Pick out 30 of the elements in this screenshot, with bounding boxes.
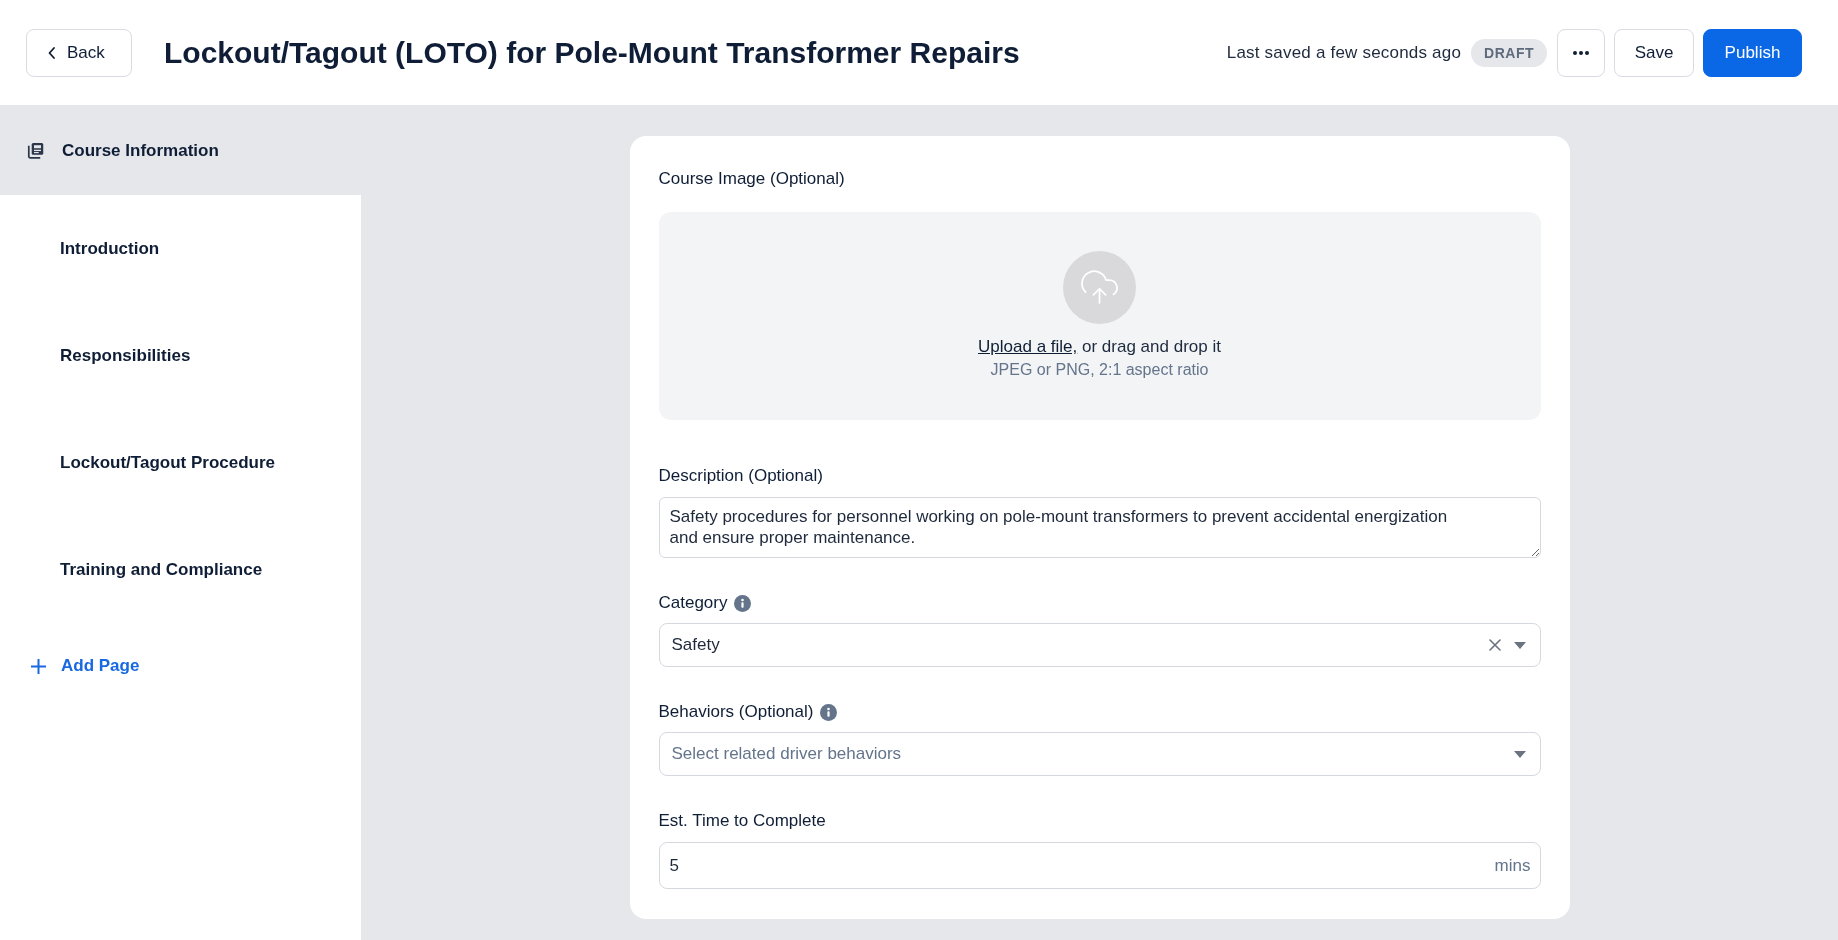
caret-icon[interactable] — [1513, 641, 1526, 649]
document-stack-icon — [27, 142, 44, 159]
info-icon[interactable] — [734, 594, 752, 612]
field-label: Course Image (Optional) — [658, 169, 845, 189]
select-field[interactable]: Safety — [658, 623, 1541, 667]
select-field[interactable]: Select related driver behaviors — [658, 732, 1541, 776]
field-label: Category — [658, 593, 728, 613]
save-status: Last saved a few seconds ago — [1226, 42, 1462, 63]
info-icon[interactable] — [820, 703, 838, 721]
unit-label: mins — [1494, 855, 1531, 876]
more-icon — [1573, 50, 1589, 55]
back-button[interactable]: Back — [26, 28, 132, 77]
chevron-left-icon — [48, 46, 56, 59]
field-label: Behaviors (Optional) — [658, 702, 814, 722]
publish-button[interactable]: Publish — [1703, 28, 1802, 77]
description-field[interactable]: Safety procedures for personnel working on pole-mount transformers to prevent accidental energization and ensure proper maintenance. — [658, 497, 1541, 558]
upload-dropzone[interactable]: Upload a file, or drag and drop it JPEG or PNG, 2:1 aspect ratio — [658, 212, 1541, 420]
field-label: Est. Time to Complete — [658, 811, 826, 831]
upload-link[interactable]: Upload a file, — [978, 337, 1078, 356]
status-badge: DRAFT — [1471, 38, 1547, 67]
field-label: Description (Optional) — [658, 466, 823, 486]
upload-hint: JPEG or PNG, 2:1 aspect ratio — [990, 360, 1209, 380]
plus-icon — [31, 658, 46, 674]
save-button[interactable]: Save — [1614, 28, 1694, 77]
upload-instructions: Upload a file, or drag and drop it — [978, 336, 1221, 358]
add-page-button[interactable]: Add Page — [0, 623, 361, 709]
caret-icon[interactable] — [1513, 750, 1526, 758]
sidebar-item[interactable]: Course Information — [0, 106, 361, 195]
clear-icon[interactable] — [1488, 639, 1501, 651]
course-title: Lockout/Tagout (LOTO) for Pole-Mount Transformer Repairs — [164, 35, 1020, 70]
